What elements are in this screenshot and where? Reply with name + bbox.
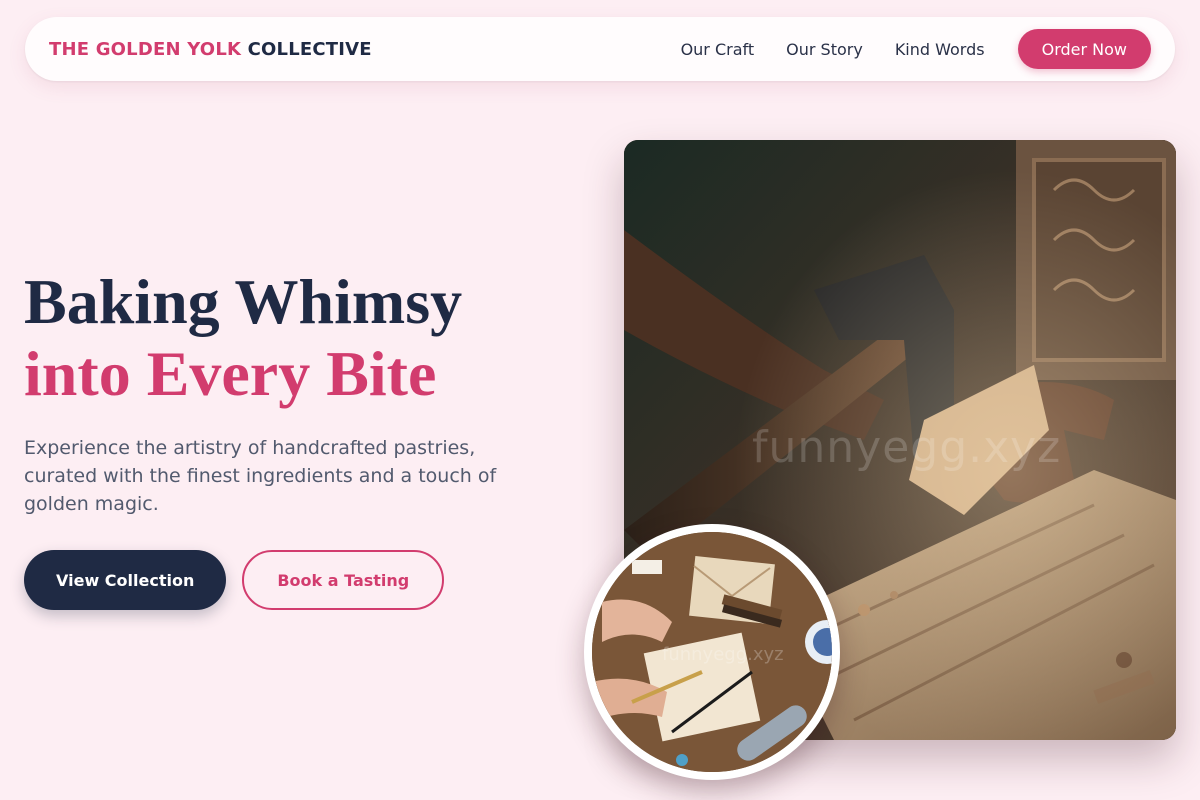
hero-circle-image: funnyegg.xyz	[584, 524, 840, 780]
hero-section: Baking Whimsy into Every Bite Experience…	[24, 266, 584, 610]
brand-rest-text: COLLECTIVE	[247, 38, 372, 60]
hero-subtext: Experience the artistry of handcrafted p…	[24, 437, 497, 515]
nav-link-our-story[interactable]: Our Story	[786, 40, 863, 59]
nav-link-our-craft[interactable]: Our Craft	[681, 40, 755, 59]
cta-row: View Collection Book a Tasting	[24, 550, 584, 610]
nav-link-kind-words[interactable]: Kind Words	[895, 40, 985, 59]
view-collection-button[interactable]: View Collection	[24, 550, 227, 610]
headline-line-2: into Every Bite	[24, 338, 437, 409]
image-watermark: funnyegg.xyz	[752, 422, 1062, 473]
order-now-button[interactable]: Order Now	[1017, 29, 1151, 69]
headline-line-1: Baking Whimsy	[24, 266, 463, 337]
brand-logo[interactable]: THE GOLDEN YOLK COLLECTIVE	[49, 39, 372, 60]
hero-headline: Baking Whimsy into Every Bite	[24, 266, 584, 410]
nav-links: Our Craft Our Story Kind Words Order Now	[681, 29, 1151, 69]
top-nav: THE GOLDEN YOLK COLLECTIVE Our Craft Our…	[25, 17, 1175, 81]
circle-image-watermark: funnyegg.xyz	[662, 644, 784, 665]
book-tasting-button[interactable]: Book a Tasting	[242, 550, 445, 610]
brand-accent-text: THE GOLDEN YOLK	[49, 38, 242, 60]
